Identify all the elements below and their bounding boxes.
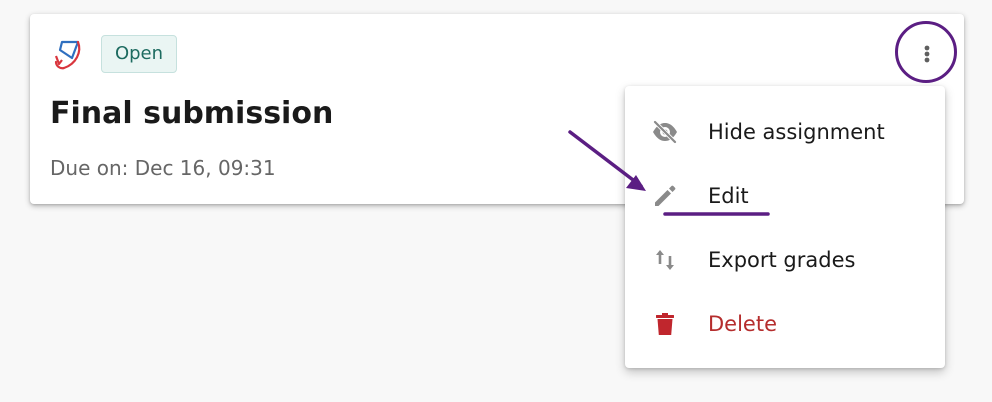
- sort-arrows-icon: [656, 250, 674, 270]
- more-vert-icon: [924, 45, 930, 63]
- menu-item-label: Export grades: [708, 248, 856, 272]
- assignment-title: Final submission: [50, 96, 334, 131]
- menu-item-delete[interactable]: Delete: [625, 292, 945, 356]
- menu-item-label: Delete: [708, 312, 777, 336]
- app-logo-icon: [54, 40, 81, 70]
- status-badge: Open: [101, 35, 177, 73]
- eye-off-icon: [653, 120, 677, 144]
- menu-item-export-grades[interactable]: Export grades: [625, 228, 945, 292]
- due-date: Due on: Dec 16, 09:31: [50, 156, 276, 180]
- menu-item-label: Edit: [708, 184, 749, 208]
- menu-item-hide-assignment[interactable]: Hide assignment: [625, 100, 945, 164]
- options-menu: Hide assignment Edit Export grades Delet…: [625, 86, 945, 368]
- menu-item-edit[interactable]: Edit: [625, 164, 945, 228]
- menu-item-label: Hide assignment: [708, 120, 885, 144]
- trash-icon: [656, 313, 674, 335]
- pencil-icon: [655, 185, 676, 206]
- more-options-button[interactable]: [895, 21, 957, 83]
